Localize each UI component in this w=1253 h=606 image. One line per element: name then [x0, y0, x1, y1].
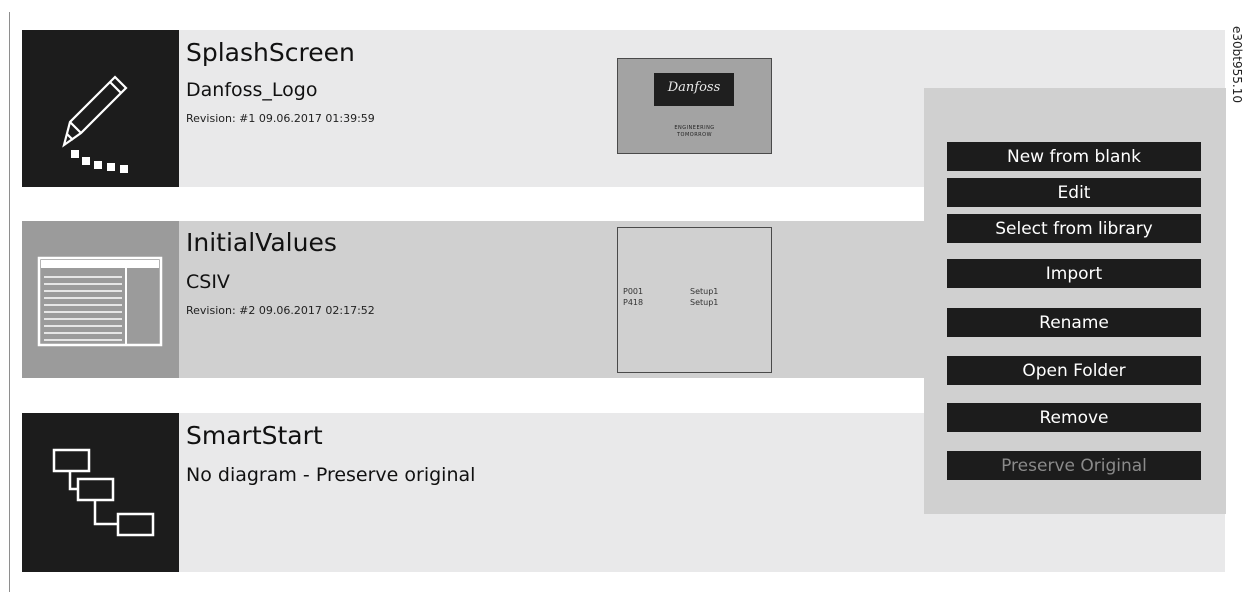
logo-tagline-2: TOMORROW	[676, 132, 713, 138]
danfoss-logo: Danfoss	[667, 80, 721, 95]
figure-code-text: e30bt955.10	[1230, 26, 1244, 103]
edit-button[interactable]: Edit	[947, 178, 1201, 207]
param-value: Setup1	[690, 287, 719, 296]
thumbnail-line: P001 Setup1	[623, 287, 718, 296]
param-value: Setup1	[690, 298, 719, 307]
row-title: InitialValues	[186, 228, 337, 257]
row-icon-box	[22, 30, 179, 187]
table-icon	[37, 256, 163, 347]
context-menu: New from blank Edit Select from library …	[924, 88, 1226, 514]
splash-thumbnail[interactable]: Danfoss ENGINEERING TOMORROW	[617, 58, 772, 154]
logo-tagline: ENGINEERING	[674, 125, 715, 131]
row-icon-box	[22, 221, 179, 378]
param-code: P418	[623, 298, 644, 307]
row-subtitle: CSIV	[186, 271, 230, 293]
row-subtitle: Danfoss_Logo	[186, 79, 318, 101]
app-window: SplashScreen Danfoss_Logo Revision: #1 0…	[0, 0, 1253, 606]
row-revision: Revision: #1 09.06.2017 01:39:59	[186, 112, 375, 125]
thumbnail-line: P418 Setup1	[623, 298, 718, 307]
left-divider	[9, 12, 10, 592]
select-from-library-button[interactable]: Select from library	[947, 214, 1201, 243]
rename-button[interactable]: Rename	[947, 308, 1201, 337]
initialvalues-thumbnail[interactable]: P001 Setup1 P418 Setup1	[617, 227, 772, 373]
logo-panel: Danfoss	[654, 73, 734, 106]
figure-code: e30bt955.10	[1230, 26, 1246, 103]
import-button[interactable]: Import	[947, 259, 1201, 288]
flow-diagram-icon	[52, 448, 155, 537]
row-title: SplashScreen	[186, 38, 355, 67]
pencil-icon	[62, 75, 128, 173]
new-from-blank-button[interactable]: New from blank	[947, 142, 1201, 171]
row-revision: Revision: #2 09.06.2017 02:17:52	[186, 304, 375, 317]
row-icon-box	[22, 413, 179, 572]
row-title: SmartStart	[186, 421, 323, 450]
preserve-original-button[interactable]: Preserve Original	[947, 451, 1201, 480]
remove-button[interactable]: Remove	[947, 403, 1201, 432]
open-folder-button[interactable]: Open Folder	[947, 356, 1201, 385]
row-subtitle: No diagram - Preserve original	[186, 464, 476, 486]
param-code: P001	[623, 287, 644, 296]
